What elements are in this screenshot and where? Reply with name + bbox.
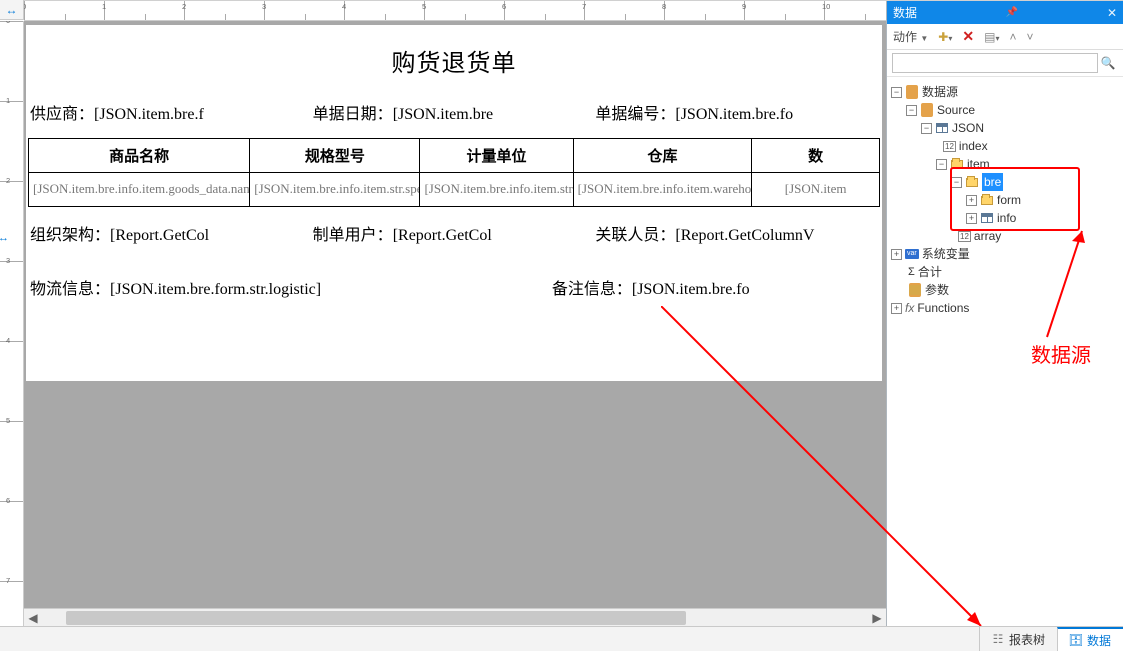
panel-titlebar[interactable]: 数据 📌 ✕ — [887, 1, 1123, 24]
panel-title-label: 数据 — [893, 4, 917, 21]
collapse-icon[interactable]: − — [951, 177, 962, 188]
tree-sysvar[interactable]: 系统变量 — [922, 245, 970, 263]
note-field[interactable]: 备注信息：[JSON.item.bre.fo — [552, 275, 878, 299]
scroll-right-icon[interactable]: ▶ — [868, 610, 886, 626]
ruler-corner[interactable]: ↔ — [0, 1, 24, 20]
tree-params[interactable]: 参数 — [925, 281, 949, 299]
ruler-vertical[interactable]: 01234567 — [0, 21, 24, 626]
tree-bre[interactable]: bre — [982, 173, 1003, 191]
tree-sum[interactable]: 合计 — [918, 263, 942, 281]
close-icon[interactable]: ✕ — [1107, 6, 1117, 20]
tree-form[interactable]: form — [997, 191, 1021, 209]
report-title[interactable]: 购货退货单 — [26, 25, 882, 92]
annotation-label: 数据源 — [1031, 347, 1091, 365]
collapse-icon[interactable]: − — [921, 123, 932, 134]
data-panel: 数据 📌 ✕ 动作 ▼ ✚▾ ✕ ▤▾ ˄ ˅ 🔍 −数据源 −Source −… — [886, 1, 1123, 626]
view-icon[interactable]: ▤▾ — [984, 30, 999, 44]
expand-icon[interactable]: + — [891, 303, 902, 314]
th-unit[interactable]: 计量单位 — [420, 139, 573, 173]
td-warehouse[interactable]: [JSON.item.bre.info.item.warehouse_data.… — [573, 173, 752, 207]
th-spec[interactable]: 规格型号 — [250, 139, 420, 173]
number-icon: 12 — [958, 231, 971, 242]
logistic-field[interactable]: 物流信息：[JSON.item.bre.form.str.logistic] — [30, 275, 552, 299]
td-unit[interactable]: [JSON.item.bre.info.item.str.cell] — [420, 173, 573, 207]
tree-info[interactable]: info — [997, 209, 1016, 227]
th-warehouse[interactable]: 仓库 — [573, 139, 752, 173]
down-icon[interactable]: ˅ — [1026, 30, 1033, 44]
var-icon: var — [905, 249, 919, 259]
database-icon: 🗄 — [1070, 634, 1082, 646]
related-field[interactable]: 关联人员：[Report.GetColumnV — [595, 221, 878, 245]
supplier-field[interactable]: 供应商：[JSON.item.bre.f — [30, 100, 313, 124]
bottom-tabs: ☷ 报表树 🗄 数据 — [0, 626, 1123, 651]
td-qty[interactable]: [JSON.item — [752, 173, 880, 207]
collapse-icon[interactable]: − — [906, 105, 917, 116]
tree-root[interactable]: 数据源 — [922, 83, 958, 101]
maker-field[interactable]: 制单用户：[Report.GetCol — [313, 221, 596, 245]
up-icon[interactable]: ˄ — [1009, 30, 1016, 44]
th-qty[interactable]: 数 — [752, 139, 880, 173]
tree-source[interactable]: Source — [937, 101, 975, 119]
number-field[interactable]: 单据编号：[JSON.item.bre.fo — [595, 100, 878, 124]
resize-handle-icon[interactable]: ↔ — [0, 232, 9, 244]
number-icon: 12 — [943, 141, 956, 152]
tree-array[interactable]: array — [974, 227, 1001, 245]
panel-toolbar: 动作 ▼ ✚▾ ✕ ▤▾ ˄ ˅ — [887, 24, 1123, 50]
expand-icon[interactable]: + — [966, 213, 977, 224]
pin-icon[interactable]: 📌 — [1006, 7, 1018, 18]
report-table[interactable]: 商品名称 规格型号 计量单位 仓库 数 [JSON.item.bre.info.… — [28, 138, 880, 207]
ruler-horizontal[interactable]: 012345678910 — [24, 1, 886, 21]
tree-item[interactable]: item — [967, 155, 990, 173]
org-field[interactable]: 组织架构：[Report.GetCol — [30, 221, 313, 245]
tree-index[interactable]: index — [959, 137, 988, 155]
horizontal-scrollbar[interactable]: ◀ ▶ — [24, 608, 886, 626]
expand-icon[interactable]: + — [891, 249, 902, 260]
date-field[interactable]: 单据日期：[JSON.item.bre — [313, 100, 596, 124]
td-name[interactable]: [JSON.item.bre.info.item.goods_data.name… — [29, 173, 250, 207]
collapse-icon[interactable]: − — [936, 159, 947, 170]
search-icon[interactable]: 🔍 — [1098, 53, 1118, 73]
th-name[interactable]: 商品名称 — [29, 139, 250, 173]
tree-functions[interactable]: Functions — [917, 299, 969, 317]
new-item-icon[interactable]: ✚▾ — [938, 30, 952, 44]
tab-report-tree[interactable]: ☷ 报表树 — [979, 627, 1057, 651]
tree-json[interactable]: JSON — [952, 119, 984, 137]
actions-dropdown[interactable]: 动作 ▼ — [893, 28, 928, 45]
design-area: ↔ 012345678910 01234567 购货退货单 供应商：[JSON.… — [0, 1, 886, 626]
tree-icon: ☷ — [992, 633, 1004, 645]
search-input[interactable] — [892, 53, 1098, 73]
scroll-thumb[interactable] — [66, 611, 686, 625]
scroll-left-icon[interactable]: ◀ — [24, 610, 42, 626]
td-spec[interactable]: [JSON.item.bre.info.item.str.spec] — [250, 173, 420, 207]
report-page[interactable]: 购货退货单 供应商：[JSON.item.bre.f 单据日期：[JSON.it… — [26, 25, 882, 381]
delete-icon[interactable]: ✕ — [962, 28, 974, 45]
collapse-icon[interactable]: − — [891, 87, 902, 98]
canvas[interactable]: 购货退货单 供应商：[JSON.item.bre.f 单据日期：[JSON.it… — [24, 21, 886, 626]
tab-data[interactable]: 🗄 数据 — [1057, 627, 1123, 651]
expand-icon[interactable]: + — [966, 195, 977, 206]
data-tree[interactable]: −数据源 −Source −JSON 12index −item −bre +f… — [887, 77, 1123, 626]
